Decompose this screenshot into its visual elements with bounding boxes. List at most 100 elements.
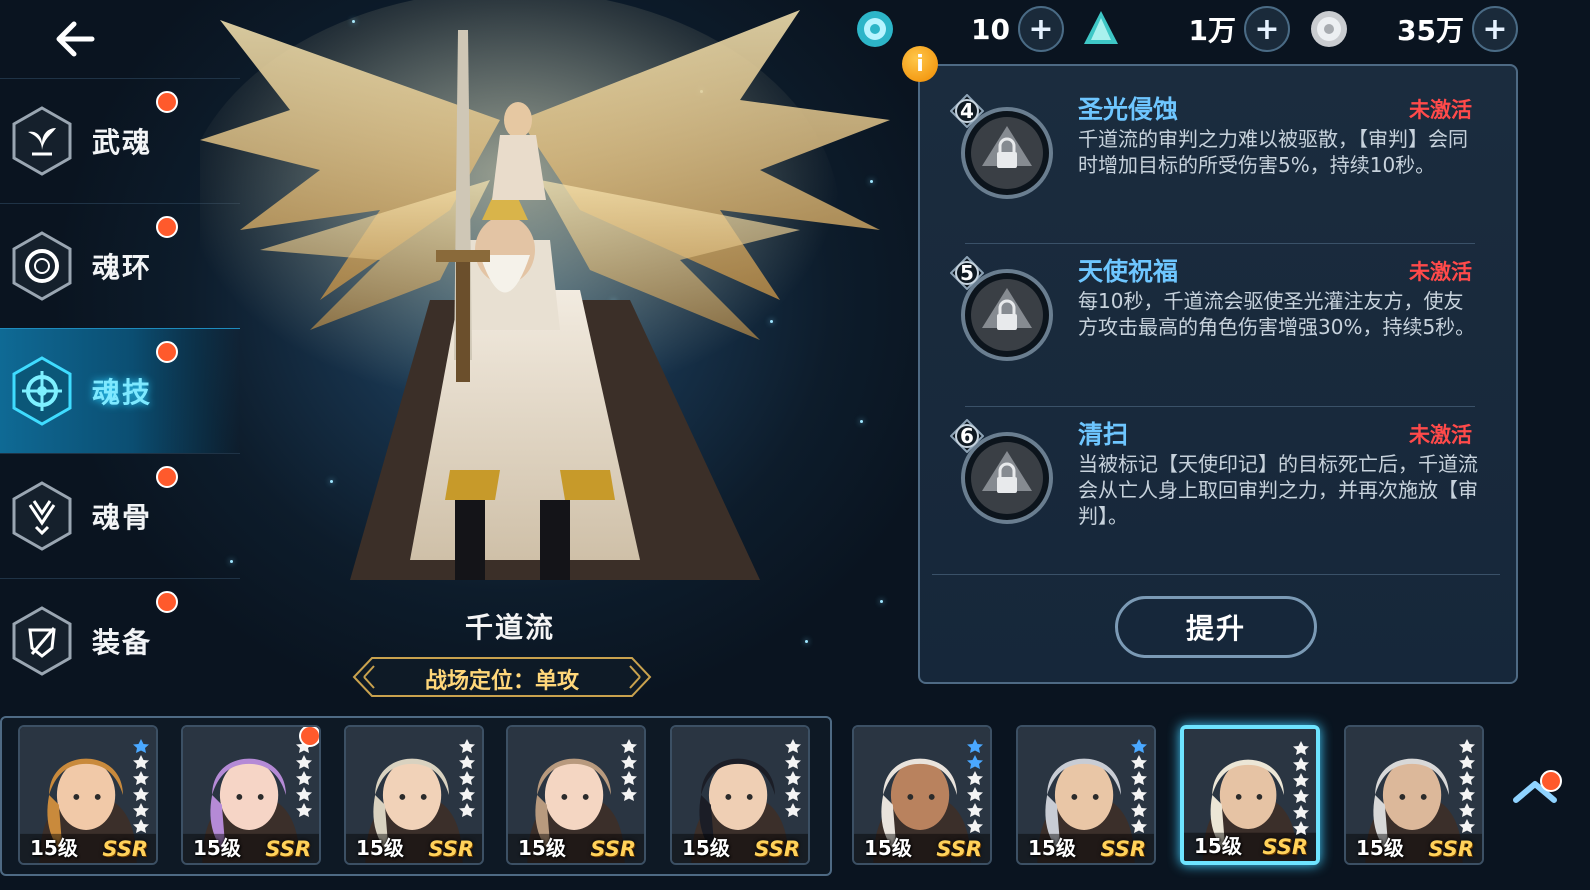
skill-description: 千道流的审判之力难以被驱散，【审判】会同时增加目标的所受伤害5%，持续10秒。: [1078, 127, 1468, 177]
hero-rarity: SSR: [754, 837, 800, 861]
skill-status: 未激活: [1409, 260, 1472, 284]
currency-diamond: 1万 +: [1080, 6, 1290, 52]
star-icon: [459, 739, 475, 753]
currency-soul-crystal: 10 +: [854, 6, 1064, 52]
star-icon: [967, 771, 983, 785]
add-diamond-button[interactable]: +: [1244, 6, 1290, 52]
star-icon: [1131, 787, 1147, 801]
soul-crystal-icon: [857, 11, 893, 47]
star-rating: [296, 739, 312, 817]
hero-card[interactable]: 15级 SSR: [1016, 725, 1156, 865]
skill-entry[interactable]: 6 清扫 未激活 当被标记【天使印记】的目标死亡后，千道流会从亡人身上取回审判之力，并…: [944, 419, 1484, 575]
star-rating: [967, 739, 983, 833]
hero-card[interactable]: 15级 SSR: [18, 725, 158, 865]
info-button[interactable]: i: [902, 46, 938, 82]
star-rating: [1293, 741, 1309, 835]
star-icon: [133, 771, 149, 785]
skill-entry[interactable]: 5 天使祝福 未激活 每10秒，千道流会驱使圣光灌注友方，使友方攻击最高的角色伤害增强…: [944, 256, 1484, 412]
star-icon: [1459, 755, 1475, 769]
panel-divider: [932, 574, 1500, 575]
star-icon: [967, 739, 983, 753]
hero-card[interactable]: 15级 SSR: [852, 725, 992, 865]
star-icon: [459, 771, 475, 785]
role-label: 战场定位：单攻: [424, 669, 579, 694]
star-icon: [1131, 739, 1147, 753]
skill-description: 每10秒，千道流会驱使圣光灌注友方，使友方攻击最高的角色伤害增强30%，持续5秒…: [1078, 289, 1476, 339]
soul-skill-icon: [12, 356, 72, 426]
star-icon: [1459, 771, 1475, 785]
character-name: 千道流: [464, 611, 555, 644]
skill-order-badge: [950, 256, 984, 290]
character-art: [200, 0, 890, 580]
star-icon: [1459, 819, 1475, 833]
star-icon: [133, 803, 149, 817]
back-arrow-icon[interactable]: [52, 18, 98, 60]
star-icon: [785, 755, 801, 769]
star-icon: [967, 819, 983, 833]
skill-title: 圣光侵蚀: [1078, 95, 1179, 124]
star-rating: [133, 739, 149, 833]
star-icon: [296, 771, 312, 785]
star-icon: [1293, 805, 1309, 819]
star-icon: [621, 787, 637, 801]
hero-rarity: SSR: [102, 837, 148, 861]
star-icon: [1459, 787, 1475, 801]
hero-level: 15级: [1194, 834, 1242, 858]
hero-rarity: SSR: [936, 837, 982, 861]
collapse-notification-dot: [1540, 770, 1562, 792]
skill-order-badge: [950, 419, 984, 453]
skill-title: 天使祝福: [1078, 257, 1179, 286]
star-icon: [785, 787, 801, 801]
skill-divider: [965, 243, 1475, 244]
notification-dot: [156, 216, 178, 238]
hero-card[interactable]: 15级 SSR: [181, 725, 321, 865]
star-icon: [1131, 755, 1147, 769]
star-rating: [785, 739, 801, 817]
skill-title: 清扫: [1078, 420, 1129, 449]
soul-bone-icon: [12, 481, 72, 551]
star-icon: [1131, 771, 1147, 785]
star-icon: [621, 755, 637, 769]
star-icon: [1459, 739, 1475, 753]
skill-entry[interactable]: 4 圣光侵蚀 未激活 千道流的审判之力难以被驱散，【审判】会同时增加目标的所受伤害5%…: [944, 94, 1484, 250]
silver-coin-icon: [1311, 11, 1347, 47]
soul-crystal-value: 10: [971, 12, 1010, 46]
star-icon: [1293, 773, 1309, 787]
hero-level: 15级: [193, 836, 241, 860]
currency-silver-coin: 35万 +: [1308, 6, 1518, 52]
diamond-icon: [1084, 11, 1118, 44]
soul-ring-icon: [12, 231, 72, 301]
notification-dot: [156, 591, 178, 613]
star-icon: [459, 787, 475, 801]
star-icon: [133, 755, 149, 769]
silver-coin-value: 35万: [1397, 14, 1464, 47]
nav-label: 魂骨: [92, 501, 153, 534]
star-rating: [621, 739, 637, 801]
hero-rarity: SSR: [590, 837, 636, 861]
hero-card[interactable]: 15级 SSR: [344, 725, 484, 865]
star-icon: [1293, 741, 1309, 755]
star-icon: [1131, 803, 1147, 817]
equipment-icon: [12, 606, 72, 676]
star-rating: [1131, 739, 1147, 833]
hero-card[interactable]: 15级 SSR: [1180, 725, 1320, 865]
hero-card[interactable]: 15级 SSR: [670, 725, 810, 865]
add-soul-crystal-button[interactable]: +: [1018, 6, 1064, 52]
add-silver-coin-button[interactable]: +: [1472, 6, 1518, 52]
notification-dot: [299, 727, 319, 747]
star-icon: [133, 819, 149, 833]
notification-dot: [156, 91, 178, 113]
hero-level: 15级: [1028, 836, 1076, 860]
hero-level: 15级: [1356, 836, 1404, 860]
hero-card[interactable]: 15级 SSR: [506, 725, 646, 865]
star-icon: [296, 803, 312, 817]
star-icon: [621, 739, 637, 753]
star-rating: [1459, 739, 1475, 833]
star-icon: [296, 787, 312, 801]
upgrade-button[interactable]: 提升: [1115, 596, 1317, 658]
star-icon: [1293, 757, 1309, 771]
hero-level: 15级: [518, 836, 566, 860]
wuhun-icon: [12, 106, 72, 176]
star-icon: [967, 755, 983, 769]
hero-card[interactable]: 15级 SSR: [1344, 725, 1484, 865]
